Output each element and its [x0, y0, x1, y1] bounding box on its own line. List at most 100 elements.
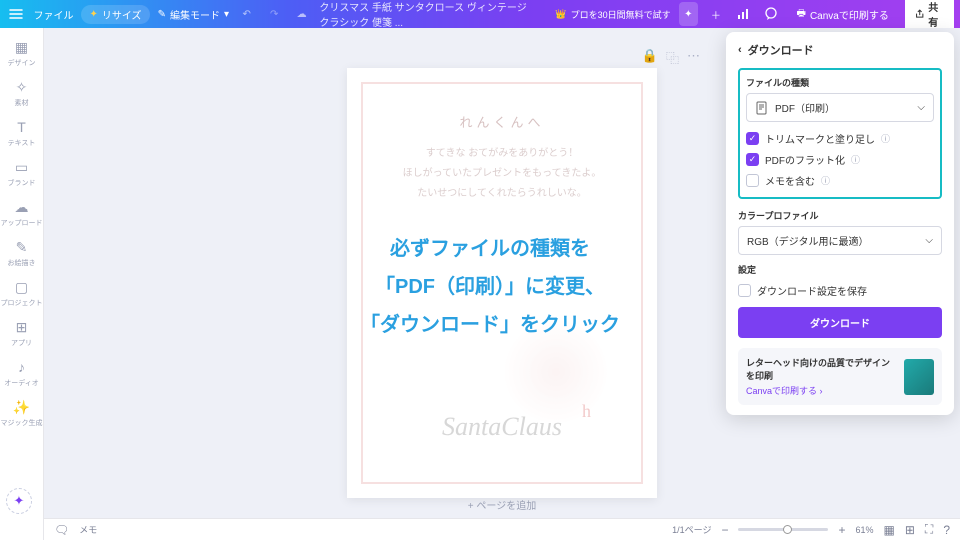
file-type-select[interactable]: PDF（印刷） ⌵ [746, 93, 934, 122]
print-label: Canvaで印刷する [810, 7, 889, 22]
file-type-highlight-box: ファイルの種類 PDF（印刷） ⌵ ✓ トリムマークと塗り足し ⓘ ✓ PDFの… [738, 68, 942, 199]
help-fab-button[interactable]: ✦ [6, 488, 32, 514]
canva-print-button[interactable]: 🖶 Canvaで印刷する [789, 3, 897, 26]
sidebar-item-brand[interactable]: ▭ブランド [0, 154, 44, 192]
redo-button[interactable]: ↷ [264, 2, 283, 26]
sidebar-item-elements[interactable]: ✧素材 [0, 74, 44, 112]
sidebar-item-text[interactable]: Tテキスト [0, 114, 44, 152]
pro-trial-button[interactable]: 👑 プロを30日間無料で試す [555, 8, 670, 21]
draw-icon: ✎ [13, 238, 31, 256]
edit-mode-label: 編集モード [170, 7, 220, 22]
fullscreen-icon[interactable]: ⛶ [925, 522, 933, 537]
zoom-slider[interactable] [738, 528, 828, 531]
trim-marks-option[interactable]: ✓ トリムマークと塗り足し ⓘ [746, 128, 934, 149]
resize-button[interactable]: ✦ リサイズ [81, 5, 149, 24]
page-toolbar: 🔒 ⿻ ⋯ [642, 48, 700, 67]
zoom-out-icon[interactable]: − [721, 523, 728, 537]
annotation-line: 「ダウンロード」をクリック [280, 306, 700, 344]
slider-knob[interactable] [783, 525, 792, 534]
design-icon: ▦ [13, 38, 31, 56]
letter-line: ほしがっていたプレゼントをもってきたよ。 [363, 164, 641, 184]
sidebar-item-projects[interactable]: ▢プロジェクト [0, 274, 44, 312]
memo-label: メモを含む [765, 173, 815, 188]
lock-icon[interactable]: 🔒 [642, 48, 658, 67]
sidebar-item-apps[interactable]: ⊞アプリ [0, 314, 44, 352]
letter-greeting: れんくんへ [363, 110, 641, 136]
info-icon[interactable]: ⓘ [821, 174, 830, 187]
print-promo-card[interactable]: レターヘッド向けの品質でデザインを印刷 Canvaで印刷する › [738, 348, 942, 405]
notes-icon[interactable]: 🗨 [54, 523, 69, 537]
letter-line: すてきな おてがみをありがとう！ [363, 144, 641, 164]
sidebar-item-upload[interactable]: ☁アップロード [0, 194, 44, 232]
comment-icon[interactable] [761, 2, 780, 26]
chevron-down-icon: ⌵ [917, 102, 925, 113]
brand-icon: ▭ [13, 158, 31, 176]
info-icon[interactable]: ⓘ [851, 153, 860, 166]
checkbox-checked-icon: ✓ [746, 153, 759, 166]
sidebar-item-audio[interactable]: ♪オーディオ [0, 354, 44, 392]
magic-icon[interactable]: ✦ [679, 2, 698, 26]
trim-label: トリムマークと塗り足し [765, 131, 875, 146]
page-indicator[interactable]: 1/1ページ [672, 523, 711, 536]
help-icon[interactable]: ? [943, 523, 950, 537]
zoom-value[interactable]: 61% [855, 525, 873, 535]
checkbox-unchecked-icon [738, 284, 751, 297]
letter-line: たいせつにしてくれたらうれしいな。 [363, 184, 641, 204]
instruction-overlay: 必ずファイルの種類を 「PDF（印刷）」に変更、 「ダウンロード」をクリック [280, 230, 700, 344]
apps-icon: ⊞ [13, 318, 31, 336]
signature-script: h [582, 401, 591, 422]
pdf-icon [755, 101, 769, 115]
checkbox-checked-icon: ✓ [746, 132, 759, 145]
trial-label: プロを30日間無料で試す [571, 8, 671, 21]
resize-label: リサイズ [102, 7, 142, 22]
sidebar-item-draw[interactable]: ✎お絵描き [0, 234, 44, 272]
document-title[interactable]: クリスマス 手紙 サンタクロース ヴィンテージ クラシック 便箋 ... [319, 0, 539, 29]
pencil-icon: ✎ [158, 9, 166, 20]
analytics-icon[interactable] [734, 2, 753, 26]
upload-icon: ☁ [13, 198, 31, 216]
undo-button[interactable]: ↶ [237, 2, 256, 26]
audio-icon: ♪ [13, 358, 31, 376]
thumbnail-view-icon[interactable]: ⊞ [905, 523, 915, 537]
annotation-line: 必ずファイルの種類を [280, 230, 700, 268]
save-settings-option[interactable]: ダウンロード設定を保存 [738, 280, 942, 301]
download-panel-header[interactable]: ‹ ダウンロード [738, 42, 942, 58]
flatten-pdf-option[interactable]: ✓ PDFのフラット化 ⓘ [746, 149, 934, 170]
promo-link[interactable]: Canvaで印刷する › [746, 384, 896, 397]
sidebar-item-design[interactable]: ▦デザイン [0, 34, 44, 72]
letter-body: れんくんへ すてきな おてがみをありがとう！ ほしがっていたプレゼントをもってき… [363, 84, 641, 204]
chevron-left-icon: ‹ [738, 44, 742, 56]
duplicate-icon[interactable]: ⿻ [666, 48, 679, 67]
signature-santa: SantaClaus [442, 412, 562, 442]
sidebar-item-magic[interactable]: ✨マジック生成 [0, 394, 44, 432]
color-profile-select[interactable]: RGB（デジタル用に最適） ⌵ [738, 226, 942, 255]
color-profile-label: カラープロファイル [738, 209, 942, 222]
bottom-status-bar: 🗨 メモ 1/1ページ − + 61% ▦ ⊞ ⛶ ? [44, 518, 960, 540]
top-menu-bar: ファイル ✦ リサイズ ✎ 編集モード ▾ ↶ ↷ ☁ クリスマス 手紙 サンタ… [0, 0, 960, 28]
left-sidebar: ▦デザイン ✧素材 Tテキスト ▭ブランド ☁アップロード ✎お絵描き ▢プロジ… [0, 28, 44, 540]
info-icon[interactable]: ⓘ [881, 132, 890, 145]
menu-icon[interactable] [6, 2, 25, 26]
add-icon[interactable]: ＋ [706, 2, 725, 26]
memo-button[interactable]: メモ [79, 523, 97, 536]
download-title: ダウンロード [748, 42, 814, 58]
zoom-in-icon[interactable]: + [838, 523, 845, 537]
edit-mode-menu[interactable]: ✎ 編集モード ▾ [158, 7, 229, 22]
checkbox-unchecked-icon [746, 174, 759, 187]
share-icon [915, 8, 924, 20]
include-memo-option[interactable]: メモを含む ⓘ [746, 170, 934, 191]
printer-icon: 🖶 [797, 6, 806, 23]
file-menu[interactable]: ファイル [33, 7, 73, 22]
download-button[interactable]: ダウンロード [738, 307, 942, 338]
grid-view-icon[interactable]: ▦ [884, 523, 895, 537]
share-label: 共有 [928, 0, 944, 29]
promo-thumbnail [904, 359, 934, 395]
text-icon: T [13, 118, 31, 136]
promo-title: レターヘッド向けの品質でデザインを印刷 [746, 356, 896, 382]
cloud-sync-icon[interactable]: ☁ [292, 2, 311, 26]
file-type-label: ファイルの種類 [746, 76, 934, 89]
chevron-down-icon: ⌵ [925, 235, 933, 246]
add-page-button[interactable]: + ページを追加 [462, 491, 542, 518]
download-panel: ‹ ダウンロード ファイルの種類 PDF（印刷） ⌵ ✓ トリムマークと塗り足し… [726, 32, 954, 415]
more-icon[interactable]: ⋯ [687, 48, 700, 67]
